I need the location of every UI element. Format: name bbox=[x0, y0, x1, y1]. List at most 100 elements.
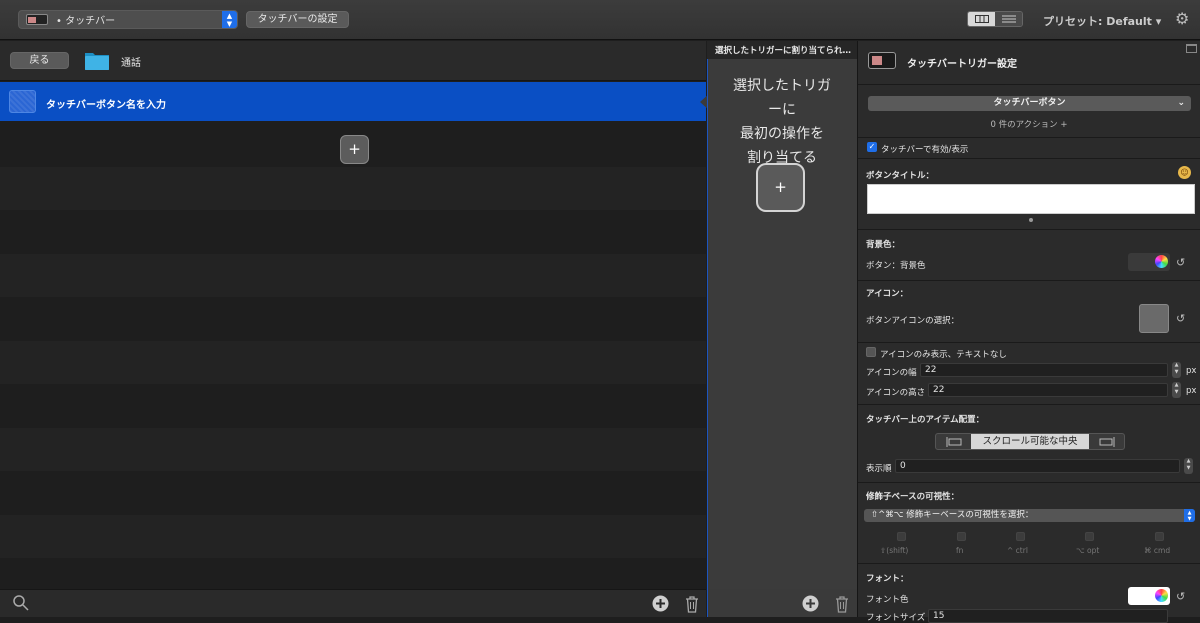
popup-arrows-icon: ▲ ▼ bbox=[222, 11, 237, 28]
modifier-popup[interactable]: ⇧^⌘⌥ 修飾キーベースの可視性を選択： ▲ ▼ bbox=[864, 509, 1195, 522]
bg-color-row-label: ボタン：背景色 bbox=[866, 261, 926, 271]
mod-key-label: ⌥ opt bbox=[1076, 546, 1100, 555]
back-button[interactable]: 戻る bbox=[10, 52, 69, 69]
preset-menu[interactable]: プリセット: Default ▾ bbox=[1043, 13, 1161, 29]
divider bbox=[858, 342, 1200, 343]
divider bbox=[858, 563, 1200, 564]
font-color-well[interactable] bbox=[1128, 587, 1170, 605]
font-size-field[interactable]: 15 bbox=[928, 609, 1168, 623]
enabled-checkbox[interactable]: ✓ bbox=[867, 142, 877, 152]
enabled-label: タッチバーで有効/表示 bbox=[881, 145, 969, 155]
settings-title: タッチバートリガー設定 bbox=[907, 59, 1017, 70]
icon-only-checkbox[interactable] bbox=[866, 347, 876, 357]
action-panel-header: 選択したトリガーに割り当てられ… bbox=[707, 41, 857, 59]
icon-height-field[interactable]: 22 bbox=[928, 383, 1168, 397]
bg-color-section-label: 背景色： bbox=[866, 240, 901, 250]
modifier-popup-label: ⇧^⌘⌥ 修飾キーベースの可視性を選択： bbox=[871, 510, 1034, 520]
icon-height-stepper[interactable]: ▲ ▼ bbox=[1172, 382, 1181, 398]
mod-key-label: fn bbox=[956, 546, 964, 555]
resize-handle[interactable] bbox=[1029, 218, 1033, 222]
add-icon[interactable] bbox=[652, 595, 669, 612]
touchbar-button-icon bbox=[9, 90, 36, 113]
touchbar-settings-button[interactable]: タッチバーの設定 bbox=[246, 11, 349, 28]
group-name: 通話 bbox=[121, 58, 141, 69]
align-left-icon[interactable] bbox=[936, 434, 971, 449]
add-icon[interactable] bbox=[802, 595, 819, 612]
fn-checkbox[interactable] bbox=[957, 532, 966, 541]
icon-height-label: アイコンの高さ bbox=[866, 388, 926, 398]
touchbar-icon bbox=[26, 14, 48, 25]
hint-line: 選択したトリガ bbox=[733, 78, 831, 94]
mod-key-label: ^ ctrl bbox=[1007, 546, 1028, 555]
order-field[interactable]: 0 bbox=[895, 459, 1180, 473]
hint-line: ーに bbox=[768, 102, 796, 118]
window-toggle-icon[interactable] bbox=[1186, 44, 1197, 53]
placement-section-label: タッチバー上のアイテム配置： bbox=[866, 415, 985, 425]
folder-icon bbox=[84, 49, 110, 71]
align-right-icon[interactable] bbox=[1089, 434, 1124, 449]
mod-key-label: ⇧(shift) bbox=[880, 546, 909, 555]
list-stripe bbox=[0, 515, 706, 558]
reset-icon[interactable]: ↺ bbox=[1176, 313, 1188, 325]
shift-checkbox[interactable] bbox=[897, 532, 906, 541]
color-picker-icon bbox=[1155, 589, 1168, 602]
search-icon[interactable] bbox=[12, 594, 30, 612]
divider bbox=[858, 280, 1200, 281]
button-title-input[interactable] bbox=[867, 184, 1195, 214]
divider bbox=[858, 137, 1200, 138]
icon-well[interactable] bbox=[1139, 304, 1169, 333]
trigger-type-popup[interactable]: タッチバーボタン ⌄ bbox=[868, 96, 1191, 111]
popup-arrows-icon: ▲ ▼ bbox=[1184, 509, 1195, 522]
icon-only-label: アイコンのみ表示、テキストなし bbox=[880, 350, 1007, 360]
icon-width-label: アイコンの幅 bbox=[866, 368, 917, 378]
trigger-row-label: タッチバーボタン名を入力 bbox=[46, 100, 166, 111]
trash-icon[interactable] bbox=[684, 595, 700, 613]
list-stripe bbox=[0, 167, 706, 210]
columns-view-icon[interactable] bbox=[968, 12, 995, 26]
button-title-label: ボタンタイトル： bbox=[866, 171, 935, 181]
context-popup[interactable]: • タッチバー ▲ ▼ bbox=[18, 10, 238, 29]
divider bbox=[858, 482, 1200, 483]
bg-color-well[interactable] bbox=[1128, 253, 1170, 271]
unit-label: px bbox=[1186, 386, 1197, 396]
mod-key-label: ⌘ cmd bbox=[1144, 546, 1171, 555]
icon-section-label: アイコン： bbox=[866, 289, 909, 299]
icon-width-field[interactable]: 22 bbox=[920, 363, 1168, 377]
context-popup-label: • タッチバー bbox=[56, 16, 116, 27]
opt-checkbox[interactable] bbox=[1085, 532, 1094, 541]
trash-icon[interactable] bbox=[834, 595, 850, 613]
left-footer bbox=[0, 589, 706, 617]
reset-icon[interactable]: ↺ bbox=[1176, 257, 1188, 269]
font-size-label: フォントサイズ bbox=[866, 613, 926, 623]
list-stripe bbox=[0, 428, 706, 471]
action-count[interactable]: 0 件のアクション + bbox=[858, 118, 1200, 130]
font-color-label: フォント色 bbox=[866, 595, 909, 605]
icon-width-stepper[interactable]: ▲ ▼ bbox=[1172, 362, 1181, 378]
emoji-picker-icon[interactable]: ☺ bbox=[1178, 166, 1191, 179]
trigger-type-label: タッチバーボタン bbox=[993, 98, 1066, 108]
chevron-down-icon: ⌄ bbox=[1177, 98, 1185, 108]
placement-center-option[interactable]: スクロール可能な中央 bbox=[971, 434, 1089, 449]
view-mode-segmented[interactable] bbox=[967, 11, 1023, 27]
hint-line: 最初の操作を bbox=[740, 126, 824, 142]
color-picker-icon bbox=[1155, 255, 1168, 268]
add-trigger-button[interactable]: + bbox=[340, 135, 369, 164]
gear-icon[interactable]: ⚙ bbox=[1175, 10, 1193, 28]
unit-label: px bbox=[1186, 366, 1197, 376]
divider bbox=[858, 229, 1200, 230]
cmd-checkbox[interactable] bbox=[1155, 532, 1164, 541]
divider bbox=[858, 404, 1200, 405]
font-section-label: フォント： bbox=[866, 574, 909, 584]
order-stepper[interactable]: ▲ ▼ bbox=[1184, 458, 1193, 474]
list-stripe bbox=[0, 254, 706, 297]
divider bbox=[858, 84, 1200, 85]
ctrl-checkbox[interactable] bbox=[1016, 532, 1025, 541]
icon-select-label: ボタンアイコンの選択： bbox=[866, 316, 960, 326]
list-stripe bbox=[0, 341, 706, 384]
placement-segmented[interactable]: スクロール可能な中央 bbox=[935, 433, 1125, 450]
list-view-icon[interactable] bbox=[995, 12, 1022, 26]
add-action-button[interactable]: + bbox=[756, 163, 805, 212]
divider bbox=[858, 158, 1200, 159]
reset-icon[interactable]: ↺ bbox=[1176, 591, 1188, 603]
empty-actions-hint: 選択したトリガ ーに 最初の操作を 割り当てる bbox=[718, 74, 846, 170]
